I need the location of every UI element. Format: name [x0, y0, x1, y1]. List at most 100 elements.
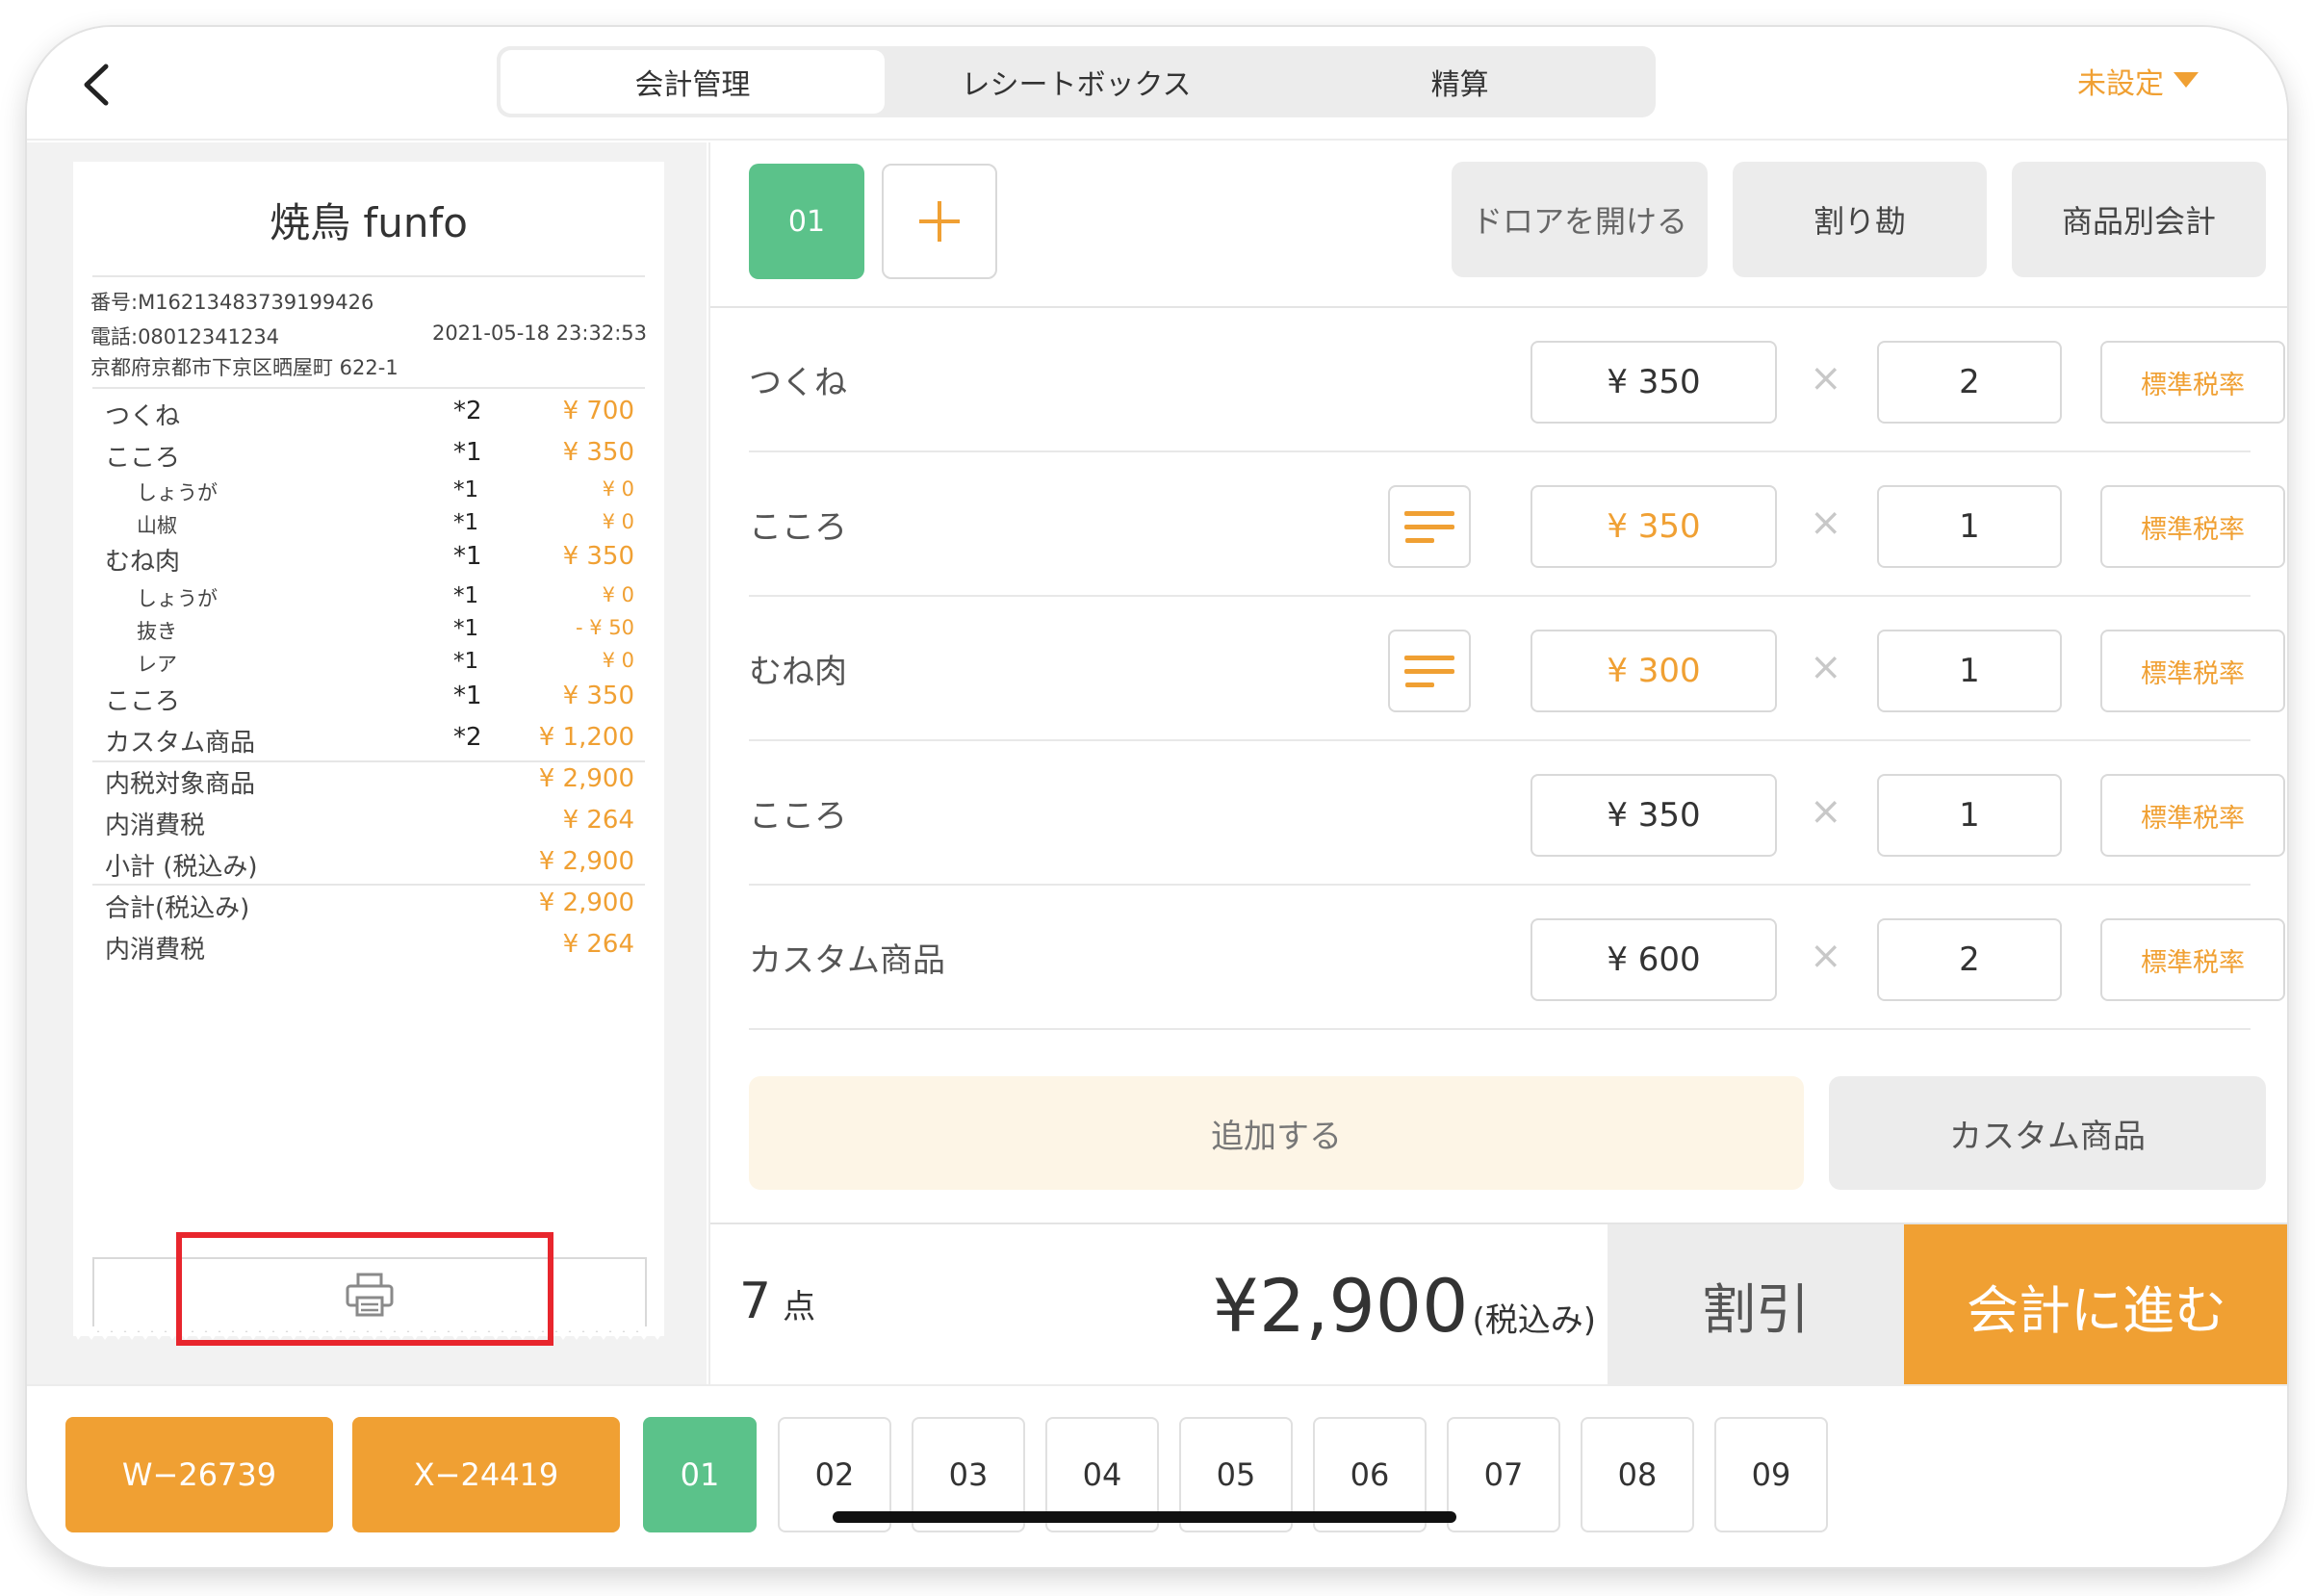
divider — [92, 884, 645, 886]
order-item-row: つくね ¥ 350 × 2 標準税率 — [749, 308, 2285, 452]
order-toolbar: 01 ドロアを開ける 割り勘 商品別会計 — [710, 142, 2287, 308]
receipt-number: 番号:M16213483739199426 — [90, 291, 374, 314]
order-item-row: こころ ¥ 350 × 1 標準税率 — [749, 741, 2285, 886]
receipt-phone: 電話:08012341234 — [90, 325, 280, 348]
item-price-field[interactable]: ¥ 350 — [1530, 485, 1777, 568]
divider — [92, 275, 645, 277]
print-button[interactable] — [92, 1257, 647, 1332]
item-qty-field[interactable]: 1 — [1877, 774, 2062, 857]
order-tab-01[interactable]: 01 — [749, 164, 864, 279]
table-tab-07[interactable]: 07 — [1447, 1417, 1560, 1532]
item-name: つくね — [749, 364, 847, 402]
total-amount-value: ¥2,900 — [1212, 1263, 1469, 1349]
discount-button[interactable]: 割引 — [1608, 1224, 1904, 1386]
tab-accounting[interactable]: 会計管理 — [501, 50, 885, 114]
back-button[interactable] — [67, 56, 125, 114]
home-indicator[interactable] — [833, 1511, 1456, 1523]
totals-bar: 7 点 ¥2,900 (税込み) 割引 会計に進む — [710, 1223, 2287, 1386]
tab-settlement[interactable]: 精算 — [1268, 50, 1652, 114]
tax-rate-button[interactable]: 標準税率 — [2100, 918, 2285, 1001]
receipt-summary-line: 合計(税込み) ¥ 2,900 — [105, 888, 634, 923]
pay-by-item-button[interactable]: 商品別会計 — [2012, 162, 2266, 277]
receipt-subline: 抜き *1- ¥ 50 — [137, 616, 634, 643]
item-qty-field[interactable]: 1 — [1877, 485, 2062, 568]
item-memo-button[interactable] — [1388, 630, 1471, 712]
tax-included-note: (税込み) — [1472, 1301, 1596, 1340]
receipt-subline: しょうが *1 ¥ 0 — [137, 583, 634, 610]
table-tab-08[interactable]: 08 — [1581, 1417, 1694, 1532]
receipt-subline: 山椒 *1 ¥ 0 — [137, 510, 634, 537]
item-price-field[interactable]: ¥ 350 — [1530, 341, 1777, 424]
proceed-to-checkout-button[interactable]: 会計に進む — [1904, 1224, 2287, 1386]
times-icon: × — [1810, 356, 1842, 400]
receipt-preview: 焼鳥 funfo 番号:M16213483739199426 電話:080123… — [73, 162, 664, 1336]
receipt-summary-line: 内消費税 ¥ 264 — [105, 806, 634, 840]
times-icon: × — [1810, 645, 1842, 689]
receipt-line: こころ *1 ¥ 350 — [105, 438, 634, 473]
chevron-left-icon — [84, 64, 109, 106]
split-bill-button[interactable]: 割り勘 — [1733, 162, 1987, 277]
tab-receipt-box[interactable]: レシートボックス — [885, 50, 1269, 114]
tax-rate-button[interactable]: 標準税率 — [2100, 630, 2285, 712]
receipt-line: こころ *1 ¥ 350 — [105, 682, 634, 716]
custom-item-button[interactable]: カスタム商品 — [1829, 1076, 2266, 1190]
receipt-summary-line: 内消費税 ¥ 264 — [105, 930, 634, 965]
tablet-frame: 会計管理 レシートボックス 精算 未設定 焼鳥 funfo 番号:M162134… — [27, 27, 2287, 1567]
divider — [92, 760, 645, 762]
item-name: カスタム商品 — [749, 941, 945, 980]
table-tab-09[interactable]: 09 — [1714, 1417, 1828, 1532]
status-dropdown[interactable]: 未設定 — [2077, 62, 2199, 101]
receipt-line: つくね *2 ¥ 700 — [105, 397, 634, 431]
receipt-sidebar: 焼鳥 funfo 番号:M16213483739199426 電話:080123… — [27, 142, 707, 1384]
item-price-field[interactable]: ¥ 600 — [1530, 918, 1777, 1001]
add-order-tab-button[interactable] — [882, 164, 997, 279]
status-dropdown-label: 未設定 — [2077, 67, 2164, 101]
menu-lines-icon — [1404, 655, 1454, 660]
tax-rate-button[interactable]: 標準税率 — [2100, 341, 2285, 424]
item-name: むね肉 — [749, 653, 847, 691]
top-header: 会計管理 レシートボックス 精算 未設定 — [27, 27, 2287, 141]
receipt-torn-edge — [73, 1326, 664, 1340]
item-name: こころ — [749, 508, 847, 547]
times-icon: × — [1810, 934, 1842, 978]
printer-icon — [346, 1273, 394, 1317]
divider — [92, 387, 645, 389]
header-tabs: 会計管理 レシートボックス 精算 — [497, 46, 1656, 117]
receipt-summary-line: 小計 (税込み) ¥ 2,900 — [105, 847, 634, 882]
item-count: 7 点 — [739, 1273, 815, 1330]
item-qty-field[interactable]: 2 — [1877, 918, 2062, 1001]
table-tabs-bar: W−26739 X−24419 01 02 03 04 05 06 07 08 … — [27, 1384, 2287, 1567]
item-name: こころ — [749, 797, 847, 836]
item-price-field[interactable]: ¥ 350 — [1530, 774, 1777, 857]
order-panel: 01 ドロアを開ける 割り勘 商品別会計 つくね ¥ 350 × 2 標準税率 … — [708, 142, 2287, 1386]
receipt-datetime: 2021-05-18 23:32:53 — [431, 322, 647, 345]
item-qty-field[interactable]: 1 — [1877, 630, 2062, 712]
item-count-unit: 点 — [783, 1288, 816, 1326]
order-item-row: こころ ¥ 350 × 1 標準税率 — [749, 452, 2285, 597]
item-qty-field[interactable]: 2 — [1877, 341, 2062, 424]
order-item-row: むね肉 ¥ 300 × 1 標準税率 — [749, 597, 2285, 741]
tax-rate-button[interactable]: 標準税率 — [2100, 485, 2285, 568]
item-memo-button[interactable] — [1388, 485, 1471, 568]
shop-name: 焼鳥 funfo — [270, 199, 468, 246]
add-item-button[interactable]: 追加する — [749, 1076, 1804, 1190]
total-amount: ¥2,900 (税込み) — [1192, 1263, 1596, 1349]
receipt-line: カスタム商品 *2 ¥ 1,200 — [105, 723, 634, 758]
times-icon: × — [1810, 501, 1842, 545]
receipt-subline: レア *1 ¥ 0 — [137, 649, 634, 676]
order-tab-w[interactable]: W−26739 — [65, 1417, 333, 1532]
times-icon: × — [1810, 789, 1842, 834]
menu-lines-icon — [1404, 510, 1454, 516]
receipt-summary-line: 内税対象商品 ¥ 2,900 — [105, 764, 634, 799]
open-drawer-button[interactable]: ドロアを開ける — [1452, 162, 1708, 277]
plus-icon — [919, 201, 960, 242]
order-tab-x[interactable]: X−24419 — [352, 1417, 620, 1532]
item-count-value: 7 — [739, 1273, 772, 1330]
item-price-field[interactable]: ¥ 300 — [1530, 630, 1777, 712]
caret-down-icon — [2174, 72, 2199, 88]
order-item-row: カスタム商品 ¥ 600 × 2 標準税率 — [749, 886, 2285, 1030]
table-tab-01[interactable]: 01 — [643, 1417, 757, 1532]
receipt-line: むね肉 *1 ¥ 350 — [105, 542, 634, 577]
tax-rate-button[interactable]: 標準税率 — [2100, 774, 2285, 857]
receipt-subline: しょうが *1 ¥ 0 — [137, 477, 634, 504]
